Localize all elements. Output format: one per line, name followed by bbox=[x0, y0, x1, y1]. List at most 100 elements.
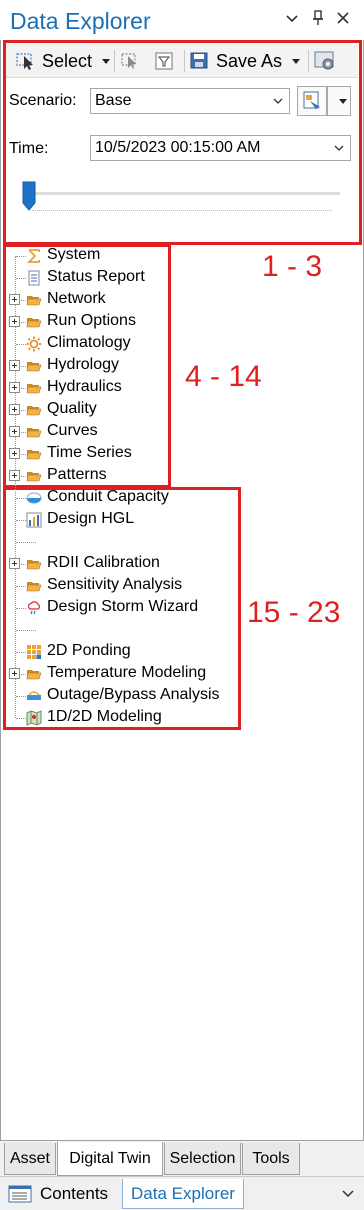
tree-item-curves[interactable]: Curves bbox=[0, 421, 240, 443]
tab-digital-twin[interactable]: Digital Twin bbox=[57, 1142, 163, 1176]
tree-item-label: Temperature Modeling bbox=[47, 664, 207, 681]
tree-item-label: Hydraulics bbox=[47, 378, 122, 395]
annotation-label-15-23: 15 - 23 bbox=[247, 596, 341, 629]
expand-icon[interactable] bbox=[9, 316, 20, 327]
tree-item-status-report[interactable]: Status Report bbox=[0, 267, 240, 289]
tree-connector-line bbox=[16, 256, 26, 257]
chevron-down-icon[interactable] bbox=[283, 10, 301, 30]
folder-icon bbox=[26, 292, 42, 308]
tree-item-label: Curves bbox=[47, 422, 98, 439]
folder-icon bbox=[26, 380, 42, 396]
tree-item-rdii-calibration[interactable]: RDII Calibration bbox=[0, 553, 240, 575]
tab-tools[interactable]: Tools bbox=[242, 1143, 300, 1175]
expand-icon[interactable] bbox=[9, 426, 20, 437]
folder-icon bbox=[26, 314, 42, 330]
report-icon bbox=[26, 270, 42, 286]
tree-item-label: Patterns bbox=[47, 466, 107, 483]
panel-title-bar: Data Explorer bbox=[0, 0, 364, 40]
tab-asset[interactable]: Asset bbox=[4, 1143, 56, 1175]
bottom-tab-strip: Asset Digital Twin Selection Tools bbox=[0, 1140, 364, 1176]
tree-item-climatology[interactable]: Climatology bbox=[0, 333, 240, 355]
sun-icon bbox=[26, 336, 42, 352]
tree-item-time-series[interactable]: Time Series bbox=[0, 443, 240, 465]
tree-connector-line bbox=[16, 520, 26, 521]
tree-connector-line bbox=[16, 586, 26, 587]
tree-item-temperature-modeling[interactable]: Temperature Modeling bbox=[0, 663, 240, 685]
expand-icon[interactable] bbox=[9, 294, 20, 305]
tree-connector-line bbox=[16, 652, 26, 653]
folder-icon bbox=[26, 402, 42, 418]
expand-icon[interactable] bbox=[9, 470, 20, 481]
expand-icon[interactable] bbox=[9, 448, 20, 459]
expand-icon[interactable] bbox=[9, 360, 20, 371]
tree-item-quality[interactable]: Quality bbox=[0, 399, 240, 421]
tree-item-label: System bbox=[47, 246, 101, 263]
tree-item-label: Sensitivity Analysis bbox=[47, 576, 183, 593]
annotation-box-toolbar bbox=[3, 40, 362, 245]
folder-icon bbox=[26, 556, 42, 572]
expand-icon[interactable] bbox=[9, 668, 20, 679]
tree-item-label: 2D Ponding bbox=[47, 642, 131, 659]
tab-digital-twin-label: Digital Twin bbox=[69, 1149, 151, 1167]
tree-item-label: Network bbox=[47, 290, 106, 307]
tree-item-hydraulics[interactable]: Hydraulics bbox=[0, 377, 240, 399]
tree-item-label: Climatology bbox=[47, 334, 131, 351]
annotation-label-1-3: 1 - 3 bbox=[262, 250, 323, 283]
tree-connector-line bbox=[16, 344, 26, 345]
expand-icon[interactable] bbox=[9, 404, 20, 415]
folder-icon bbox=[26, 666, 42, 682]
tree-item-1d-2d-modeling[interactable]: 1D/2D Modeling bbox=[0, 707, 240, 729]
folder-icon bbox=[26, 424, 42, 440]
tree-connector-line bbox=[16, 608, 26, 609]
tree-item-outage-bypass-analysis[interactable]: Outage/Bypass Analysis bbox=[0, 685, 240, 707]
dock-tab-data-explorer[interactable]: Data Explorer bbox=[122, 1179, 244, 1209]
dock-tab-contents[interactable]: Contents bbox=[8, 1179, 108, 1209]
map-icon bbox=[26, 710, 42, 726]
tree-item-conduit-capacity[interactable]: Conduit Capacity bbox=[0, 487, 240, 509]
bar-chart-icon bbox=[26, 512, 42, 528]
expand-icon[interactable] bbox=[9, 382, 20, 393]
tree-item-patterns[interactable]: Patterns bbox=[0, 465, 240, 487]
tree-item-label: Design Storm Wizard bbox=[47, 598, 199, 615]
tab-selection-label: Selection bbox=[169, 1149, 236, 1167]
folder-icon bbox=[26, 578, 42, 594]
pin-icon[interactable] bbox=[309, 10, 327, 30]
tree-connector-line bbox=[16, 498, 26, 499]
tree-item-run-options[interactable]: Run Options bbox=[0, 311, 240, 333]
dock-tab-contents-label: Contents bbox=[40, 1184, 109, 1203]
panel-title: Data Explorer bbox=[10, 8, 151, 34]
tree-connector-line bbox=[16, 278, 26, 279]
grid-icon bbox=[26, 644, 42, 660]
tree-item-2d-ponding[interactable]: 2D Ponding bbox=[0, 641, 240, 663]
bypass-icon bbox=[26, 688, 42, 704]
tree-item-label: Run Options bbox=[47, 312, 136, 329]
tree-connector-line bbox=[16, 542, 36, 543]
tree-item-design-storm-wizard[interactable]: Design Storm Wizard bbox=[0, 597, 240, 619]
tab-selection[interactable]: Selection bbox=[164, 1143, 241, 1175]
tree-separator bbox=[0, 531, 240, 553]
folder-icon bbox=[26, 446, 42, 462]
dock-tab-data-explorer-label: Data Explorer bbox=[131, 1183, 235, 1203]
contents-icon bbox=[8, 1185, 32, 1203]
tree-item-sensitivity-analysis[interactable]: Sensitivity Analysis bbox=[0, 575, 240, 597]
tree-item-label: Design HGL bbox=[47, 510, 135, 527]
tree-connector-line bbox=[16, 630, 36, 631]
folder-icon bbox=[26, 358, 42, 374]
expand-icon[interactable] bbox=[9, 558, 20, 569]
tree-item-label: RDII Calibration bbox=[47, 554, 160, 571]
tree-item-network[interactable]: Network bbox=[0, 289, 240, 311]
tree-item-label: Quality bbox=[47, 400, 97, 417]
tree-connector-line bbox=[16, 718, 26, 719]
chevron-down-icon[interactable] bbox=[342, 1189, 354, 1199]
tree-separator bbox=[0, 619, 240, 641]
sigma-icon bbox=[26, 248, 42, 264]
tree-item-label: 1D/2D Modeling bbox=[47, 708, 162, 725]
tree-item-system[interactable]: System bbox=[0, 245, 240, 267]
tree-connector-line bbox=[16, 696, 26, 697]
tree-item-label: Outage/Bypass Analysis bbox=[47, 686, 220, 703]
tree-item-design-hgl[interactable]: Design HGL bbox=[0, 509, 240, 531]
folder-icon bbox=[26, 468, 42, 484]
tree-item-label: Time Series bbox=[47, 444, 132, 461]
tree-item-hydrology[interactable]: Hydrology bbox=[0, 355, 240, 377]
close-icon[interactable] bbox=[334, 10, 352, 30]
